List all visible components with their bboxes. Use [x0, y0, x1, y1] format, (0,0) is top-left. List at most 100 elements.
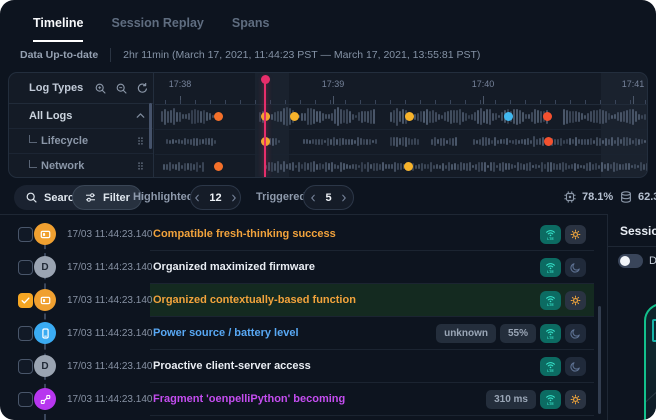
network-lte-button[interactable]: LTE	[540, 291, 561, 310]
event-marker[interactable]	[214, 112, 223, 121]
waveform-bar	[435, 112, 437, 122]
waveform-bar	[647, 113, 648, 121]
waveform-bar	[523, 164, 525, 170]
chevron-left-icon[interactable]	[192, 193, 202, 203]
log-types-scrollbar[interactable]	[149, 103, 152, 149]
svg-text:LTE: LTE	[547, 402, 554, 406]
waveform-bar	[605, 111, 607, 123]
event-marker[interactable]	[504, 112, 513, 121]
event-marker[interactable]	[544, 137, 553, 146]
row-checkbox[interactable]	[18, 392, 33, 407]
waveform-bar	[199, 165, 201, 168]
waveform-lane-all-logs	[155, 104, 648, 129]
sun-mode-button[interactable]	[565, 390, 586, 409]
row-actions: unknown55%LTE	[436, 324, 586, 343]
row-checkbox[interactable]	[18, 293, 33, 308]
waveform-bar	[572, 139, 574, 144]
waveform-bar	[307, 163, 309, 170]
row-actions: 310 msLTE	[486, 390, 586, 409]
log-row[interactable]: D17/03 11:44:23.140Organized maximized f…	[0, 251, 594, 284]
waveform-bar	[170, 110, 172, 123]
waveform-bar	[574, 163, 576, 171]
waveform-bar	[522, 112, 524, 122]
event-marker[interactable]	[290, 112, 299, 121]
lane-label: Lifecycle	[41, 135, 88, 147]
waveform-bar	[289, 163, 291, 170]
moon-mode-button[interactable]	[565, 357, 586, 376]
divider	[110, 48, 111, 62]
waveform-bar	[361, 111, 363, 123]
waveform-bar	[622, 164, 624, 170]
refresh-icon[interactable]	[136, 82, 149, 95]
row-checkbox[interactable]	[18, 260, 33, 275]
chevron-right-icon[interactable]	[339, 193, 349, 203]
tab-spans[interactable]: Spans	[232, 16, 270, 42]
log-row[interactable]: 17/03 11:44:23.140Power source / battery…	[0, 317, 594, 350]
log-row[interactable]: D17/03 11:44:23.140Proactive client-serv…	[0, 350, 594, 383]
waveform-bar	[355, 115, 357, 118]
waveform-bar	[501, 112, 503, 121]
waveform-bar	[492, 113, 494, 121]
tab-timeline[interactable]: Timeline	[33, 16, 83, 42]
timeline-lane-lifecycle[interactable]: Lifecycle	[9, 129, 153, 154]
row-checkbox[interactable]	[18, 359, 33, 374]
playhead[interactable]	[264, 77, 266, 177]
zoom-in-icon[interactable]	[94, 82, 107, 95]
network-lte-button[interactable]: LTE	[540, 324, 561, 343]
filter-button[interactable]: Filter	[72, 185, 142, 210]
waveform-bar	[187, 139, 189, 144]
network-lte-button[interactable]: LTE	[540, 258, 561, 277]
waveform-bar	[185, 114, 187, 119]
row-checkbox[interactable]	[18, 326, 33, 341]
network-lte-button[interactable]: LTE	[540, 390, 561, 409]
timeline-lane-network[interactable]: Network	[9, 154, 153, 178]
lane-label: Network	[41, 160, 84, 172]
network-lte-button[interactable]: LTE	[540, 357, 561, 376]
dark-mode-toggle[interactable]	[618, 254, 643, 268]
data-status-label: Data Up-to-date	[20, 49, 98, 61]
waveform-bar	[318, 139, 320, 145]
waveform-bar	[361, 162, 363, 172]
log-row[interactable]: 17/03 11:44:23.140Organized contextually…	[0, 284, 594, 317]
log-row[interactable]: 17/03 11:44:23.140Fragment 'oenpelliPyth…	[0, 383, 594, 416]
row-checkbox[interactable]	[18, 227, 33, 242]
chevron-left-icon[interactable]	[308, 193, 318, 203]
waveform-bar	[632, 140, 634, 144]
waveform-bar	[187, 163, 189, 170]
moon-mode-button[interactable]	[565, 258, 586, 277]
waveform-area[interactable]: 17:3817:3917:4017:41	[155, 73, 647, 177]
waveform-bar	[451, 164, 453, 170]
log-row[interactable]: 17/03 11:44:23.140Compatible fresh-think…	[0, 218, 594, 251]
waveform-bar	[164, 109, 166, 125]
waveform-bar	[569, 138, 571, 145]
moon-mode-button[interactable]	[565, 324, 586, 343]
collapse-chevron-icon[interactable]	[134, 110, 147, 123]
log-list-scrollbar[interactable]	[598, 306, 601, 414]
waveform-bar	[328, 163, 330, 170]
drag-handle-icon[interactable]	[134, 160, 147, 173]
sun-mode-button[interactable]	[565, 225, 586, 244]
chevron-right-icon[interactable]	[229, 193, 239, 203]
waveform-bar	[486, 109, 488, 124]
waveform-bar	[367, 111, 369, 123]
map-line	[647, 385, 656, 420]
zoom-out-icon[interactable]	[115, 82, 128, 95]
sun-mode-button[interactable]	[565, 291, 586, 310]
svg-text:LTE: LTE	[547, 369, 554, 373]
tab-session-replay[interactable]: Session Replay	[111, 16, 203, 42]
timeline-lane-all-logs[interactable]: All Logs	[9, 104, 153, 129]
waveform-bar	[334, 164, 336, 169]
event-marker[interactable]	[543, 112, 552, 121]
drag-handle-icon[interactable]	[134, 135, 147, 148]
playhead-handle[interactable]	[261, 75, 270, 84]
event-marker[interactable]	[214, 162, 223, 171]
waveform-bar	[562, 162, 564, 172]
event-marker[interactable]	[404, 162, 413, 171]
waveform-bar	[363, 139, 365, 145]
waveform-bar	[590, 111, 592, 122]
waveform-bar	[182, 114, 184, 119]
event-marker[interactable]	[405, 112, 414, 121]
network-lte-button[interactable]: LTE	[540, 225, 561, 244]
waveform-bar	[202, 162, 204, 172]
waveform-bar	[275, 138, 277, 145]
